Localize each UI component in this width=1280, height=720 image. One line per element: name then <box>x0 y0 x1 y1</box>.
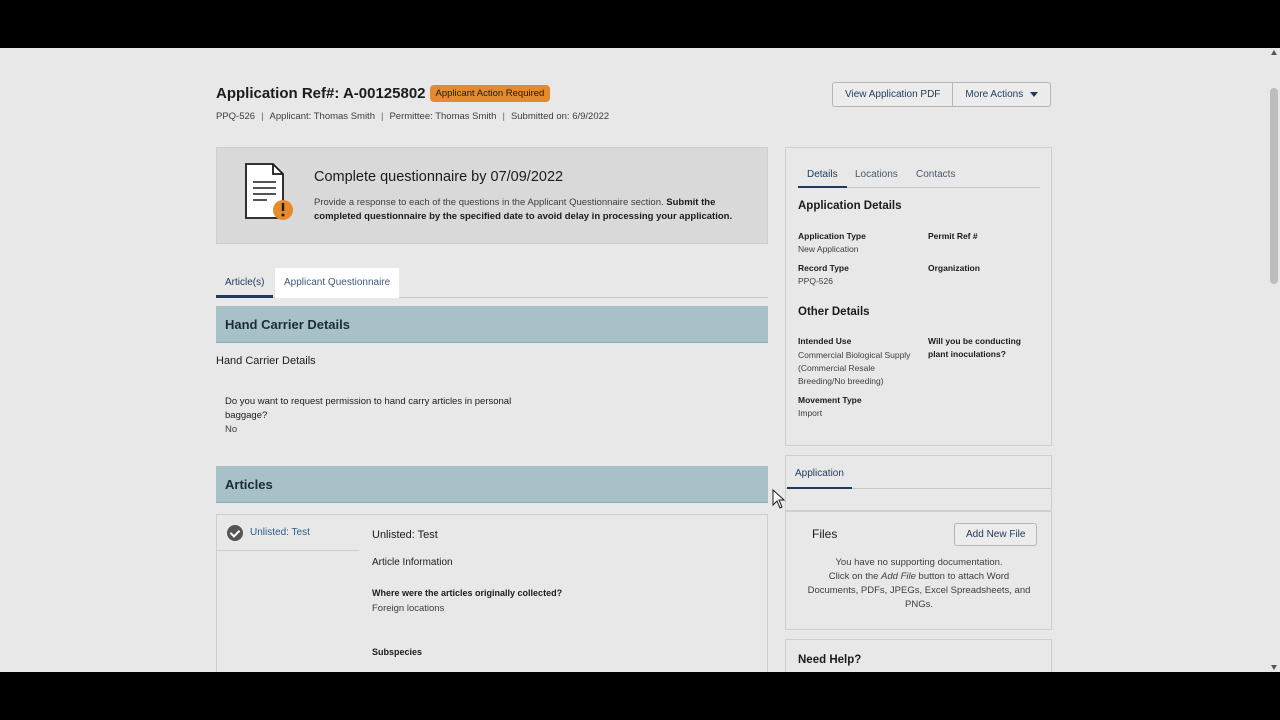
tab-locations[interactable]: Locations <box>846 162 907 188</box>
help-card: Need Help? <box>785 639 1052 672</box>
scroll-down-icon[interactable] <box>1271 665 1277 670</box>
article-title: Unlisted: Test <box>372 529 438 541</box>
page-title: Application Ref#: A-00125802 <box>216 85 426 102</box>
status-badge: Applicant Action Required <box>429 85 551 102</box>
subspecies-label: Subspecies <box>372 647 423 657</box>
movement-type-value: Import <box>798 408 823 418</box>
document-warning-icon <box>245 163 293 220</box>
scroll-up-icon[interactable] <box>1271 50 1277 55</box>
article-information-heading: Article Information <box>372 557 453 568</box>
side-tabs: Details Locations Contacts <box>798 162 1040 188</box>
page-scrollbar[interactable] <box>1268 48 1280 672</box>
details-card: Details Locations Contacts Application D… <box>785 147 1052 446</box>
article-panel: Unlisted: Test Unlisted: Test Article In… <box>216 514 768 672</box>
questionnaire-notice: Complete questionnaire by 07/09/2022 Pro… <box>216 147 768 244</box>
application-type-value: New Application <box>798 244 859 254</box>
notice-heading: Complete questionnaire by 07/09/2022 <box>314 169 564 185</box>
collection-answer: Foreign locations <box>372 603 445 614</box>
intended-use-value: Commercial Biological Supply (Commercial… <box>798 350 911 386</box>
files-empty-message: You have no supporting documentation. Cl… <box>807 557 1031 610</box>
tab-articles[interactable]: Article(s) <box>216 268 274 298</box>
view-application-pdf-button[interactable]: View Application PDF <box>833 83 952 106</box>
record-type-label: Record Type <box>798 263 849 273</box>
other-details-heading: Other Details <box>798 306 870 318</box>
applicant-name: Applicant: Thomas Smith <box>269 111 375 122</box>
files-box: Files Add New File You have no supportin… <box>786 510 1051 629</box>
tab-application[interactable]: Application <box>787 456 852 489</box>
add-new-file-button[interactable]: Add New File <box>954 523 1038 546</box>
check-circle-icon <box>227 525 243 541</box>
more-actions-label: More Actions <box>965 89 1024 100</box>
section-title: Hand Carrier Details <box>225 317 350 332</box>
notice-text: Provide a response to each of the questi… <box>314 197 733 222</box>
application-header: Application Ref#: A-00125802 Applicant A… <box>216 85 551 102</box>
organization-label: Organization <box>928 263 980 273</box>
header-actions: View Application PDF More Actions <box>832 82 1052 107</box>
files-title: Files <box>812 527 838 541</box>
application-tabbar: Application <box>786 456 1051 489</box>
mouse-cursor-icon <box>772 489 786 509</box>
scroll-thumb[interactable] <box>1270 88 1278 284</box>
hand-carrier-subheading: Hand Carrier Details <box>216 355 316 367</box>
tab-details[interactable]: Details <box>798 162 847 188</box>
permittee-name: Permittee: Thomas Smith <box>389 111 497 122</box>
section-title: Articles <box>225 477 273 492</box>
more-actions-button[interactable]: More Actions <box>952 83 1050 106</box>
movement-type-label: Movement Type <box>798 395 862 405</box>
hand-carry-question: Do you want to request permission to han… <box>225 396 512 421</box>
submitted-date: Submitted on: 6/9/2022 <box>510 111 610 122</box>
page-viewport: Application Ref#: A-00125802 Applicant A… <box>0 48 1280 672</box>
collection-question: Where were the articles originally colle… <box>372 588 563 598</box>
articles-section-header: Articles <box>216 466 768 503</box>
form-number: PPQ-526 <box>216 111 256 122</box>
application-type-label: Application Type <box>798 231 866 241</box>
record-type-value: PPQ-526 <box>798 276 833 286</box>
permit-ref-label: Permit Ref # <box>928 231 978 241</box>
article-list-item[interactable]: Unlisted: Test <box>217 515 359 551</box>
article-link[interactable]: Unlisted: Test <box>250 527 310 538</box>
hand-carry-answer: No <box>225 424 238 435</box>
need-help-heading: Need Help? <box>798 654 862 666</box>
intended-use-label: Intended Use <box>798 336 852 346</box>
application-meta: PPQ-526 | Applicant: Thomas Smith | Permit… <box>216 111 610 122</box>
application-card: Application Files Add New File You have … <box>785 455 1052 630</box>
inoculation-label: Will you be conducting plant inoculation… <box>928 336 1021 359</box>
hand-carrier-section-header: Hand Carrier Details <box>216 306 768 343</box>
chevron-down-icon <box>1030 91 1039 97</box>
main-tabs: Article(s) Applicant Questionnaire <box>216 268 768 298</box>
application-details-heading: Application Details <box>798 200 902 212</box>
tab-applicant-questionnaire[interactable]: Applicant Questionnaire <box>275 268 400 298</box>
tab-contacts[interactable]: Contacts <box>907 162 964 188</box>
